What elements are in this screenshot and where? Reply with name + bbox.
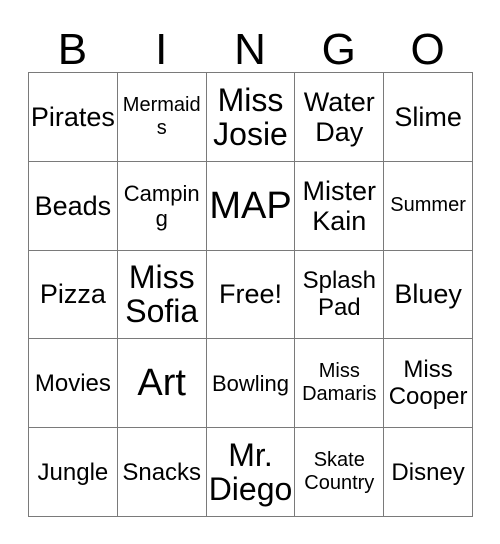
bingo-row: Pizza Miss Sofia Free! Splash Pad Bluey — [29, 250, 473, 340]
bingo-cell-n2[interactable]: MAP — [206, 161, 296, 251]
bingo-cell-b4[interactable]: Movies — [29, 339, 118, 429]
bingo-header-letter-g: G — [321, 25, 356, 74]
bingo-cell-label: Mermaids — [122, 93, 201, 139]
bingo-cell-b5[interactable]: Jungle — [29, 428, 118, 517]
bingo-cell-label: Slime — [394, 101, 462, 132]
bingo-cell-o1[interactable]: Slime — [384, 73, 473, 162]
bingo-cell-i5[interactable]: Snacks — [117, 428, 207, 517]
bingo-cell-o5[interactable]: Disney — [384, 428, 473, 517]
bingo-cell-label: Miss Damaris — [302, 360, 377, 406]
bingo-cell-label: Pirates — [30, 101, 115, 132]
bingo-cell-label: Water Day — [303, 86, 375, 147]
bingo-cell-b3[interactable]: Pizza — [29, 250, 118, 340]
bingo-cell-label: Camping — [123, 180, 200, 231]
bingo-cell-label: Pizza — [39, 279, 106, 310]
bingo-cell-label: Splash Pad — [302, 267, 376, 322]
bingo-row: Jungle Snacks Mr. Diego Skate Country Di… — [29, 428, 473, 517]
bingo-card: B I N G O Pirates Mermaids Miss Josie Wa… — [0, 0, 500, 544]
bingo-header-letter-b: B — [57, 25, 88, 74]
bingo-cell-n4[interactable]: Bowling — [206, 339, 296, 429]
bingo-cell-label: Miss Josie — [213, 81, 288, 152]
bingo-cell-n5[interactable]: Mr. Diego — [206, 428, 296, 517]
bingo-cell-label: Disney — [391, 458, 465, 486]
bingo-cell-g2[interactable]: Mister Kain — [295, 161, 385, 251]
bingo-cell-i2[interactable]: Camping — [117, 161, 207, 251]
bingo-cell-label: Miss Cooper — [388, 356, 468, 411]
bingo-cell-label: Miss Sofia — [125, 259, 199, 330]
bingo-cell-label: Summer — [390, 194, 466, 217]
bingo-grid: Pirates Mermaids Miss Josie Water Day Sl… — [28, 72, 473, 517]
bingo-cell-g4[interactable]: Miss Damaris — [295, 339, 385, 429]
bingo-cell-o2[interactable]: Summer — [384, 161, 473, 251]
bingo-cell-label: Movies — [34, 369, 111, 397]
bingo-cell-o3[interactable]: Bluey — [384, 250, 473, 340]
bingo-cell-g1[interactable]: Water Day — [295, 73, 385, 162]
bingo-cell-label: MAP — [209, 184, 292, 227]
bingo-free-space-label: Free! — [218, 279, 282, 310]
bingo-cell-label: Mister Kain — [302, 175, 377, 236]
bingo-cell-label: Skate Country — [304, 449, 375, 495]
bingo-row: Beads Camping MAP Mister Kain Summer — [29, 161, 473, 251]
bingo-cell-label: Art — [137, 362, 186, 405]
bingo-cell-o4[interactable]: Miss Cooper — [384, 339, 473, 429]
bingo-row: Pirates Mermaids Miss Josie Water Day Sl… — [29, 73, 473, 162]
bingo-cell-i4[interactable]: Art — [117, 339, 207, 429]
bingo-cell-label: Jungle — [37, 458, 109, 486]
bingo-cell-label: Bluey — [394, 279, 462, 310]
bingo-cell-n1[interactable]: Miss Josie — [206, 73, 296, 162]
bingo-header-letter-i: I — [155, 25, 168, 74]
bingo-header-letter-n: N — [234, 25, 266, 74]
bingo-cell-b2[interactable]: Beads — [29, 161, 118, 251]
bingo-cell-g3[interactable]: Splash Pad — [295, 250, 385, 340]
bingo-cell-g5[interactable]: Skate Country — [295, 428, 385, 517]
bingo-cell-i1[interactable]: Mermaids — [117, 73, 207, 162]
bingo-cell-label: Beads — [34, 190, 112, 221]
bingo-header-letter-o: O — [410, 25, 445, 74]
bingo-header-row: B I N G O — [28, 16, 472, 72]
bingo-cell-i3[interactable]: Miss Sofia — [117, 250, 207, 340]
bingo-cell-label: Bowling — [211, 370, 290, 396]
bingo-cell-label: Mr. Diego — [208, 437, 293, 508]
bingo-cell-b1[interactable]: Pirates — [29, 73, 118, 162]
bingo-cell-label: Snacks — [122, 458, 202, 486]
bingo-cell-free-space[interactable]: Free! — [206, 250, 296, 340]
bingo-row: Movies Art Bowling Miss Damaris Miss Coo… — [29, 339, 473, 429]
